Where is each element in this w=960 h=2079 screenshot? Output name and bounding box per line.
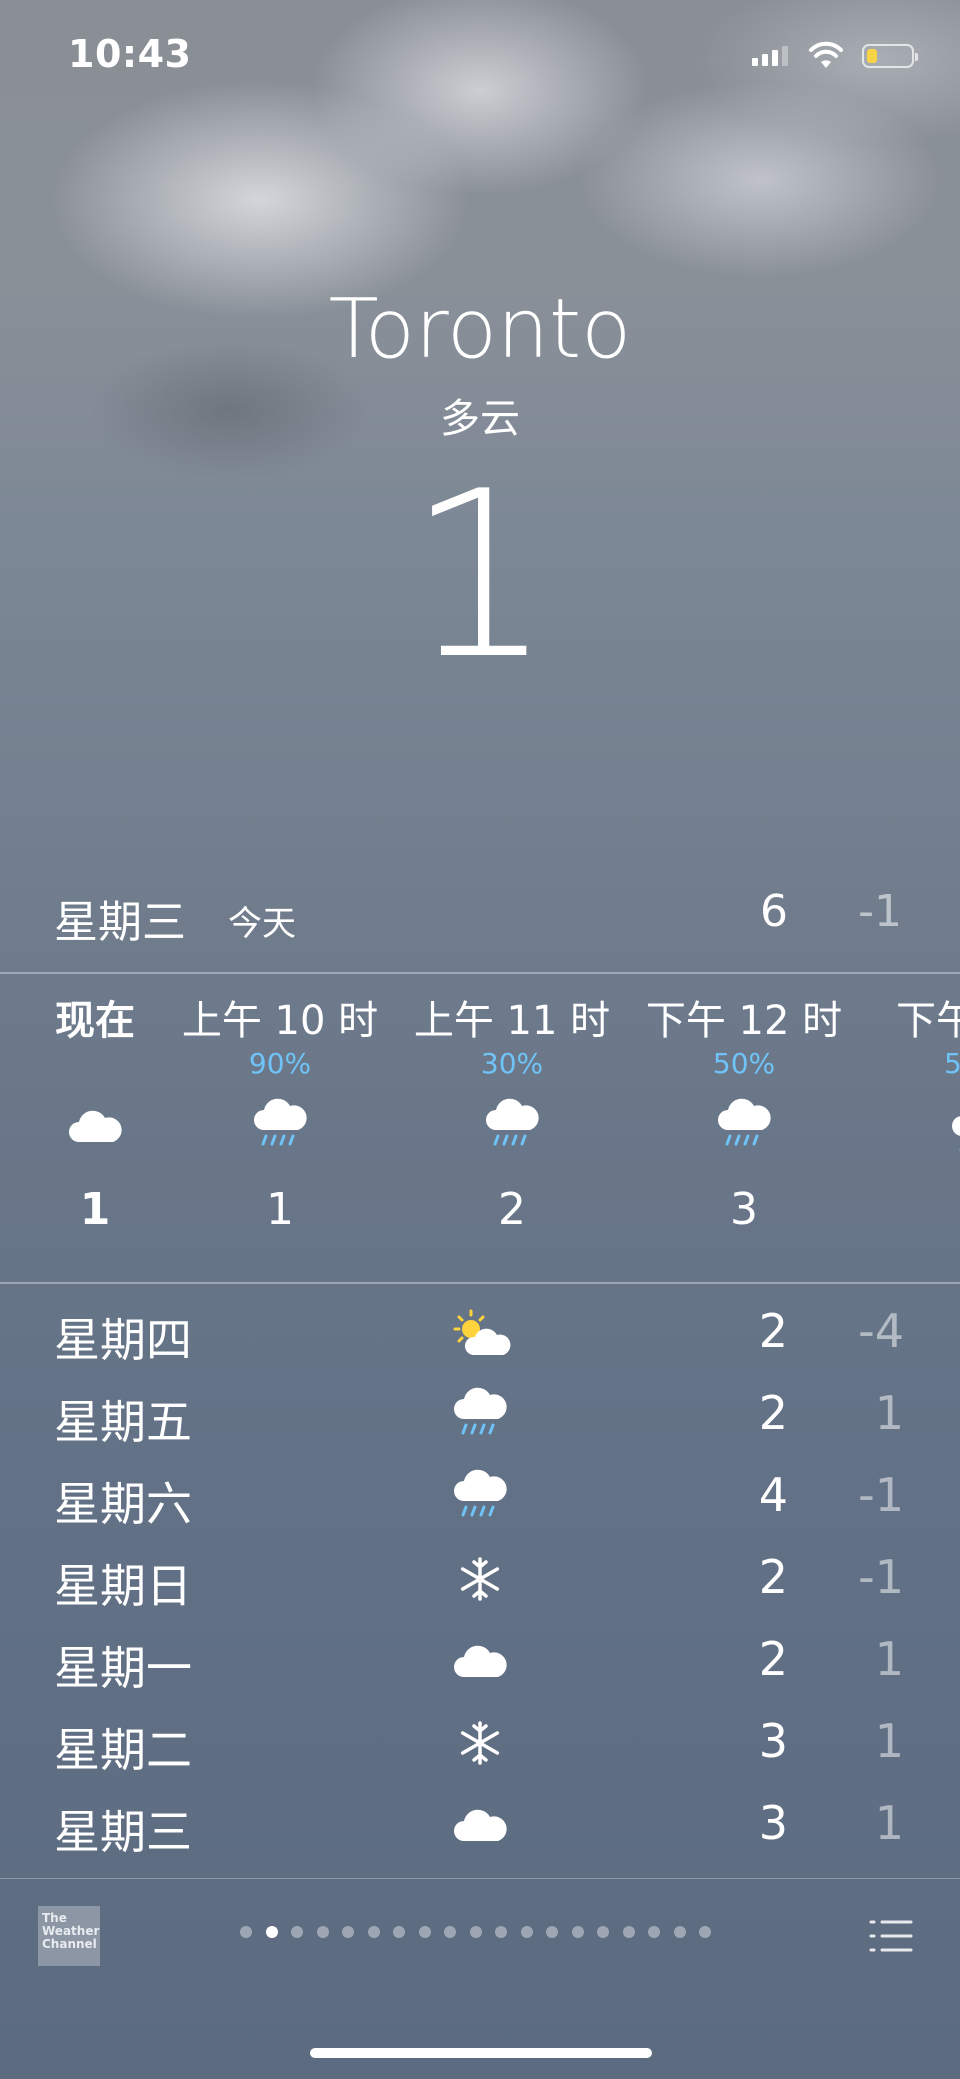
page-dot[interactable] [546,1926,558,1938]
page-dot[interactable] [520,1926,533,1938]
page-dot[interactable] [265,1926,278,1938]
today-weekday: 星期三 [54,897,186,948]
daily-low: -1 [858,1468,904,1522]
weekday: 星期五 [54,1395,192,1449]
page-dot[interactable] [367,1926,380,1938]
page-dot[interactable] [240,1926,252,1938]
weekday: 星期二 [54,1723,192,1777]
page-dot[interactable] [597,1926,609,1938]
rain-icon [170,1086,390,1166]
weekday: 星期六 [54,1477,192,1531]
daily-row: 星期三 3 1 [0,1784,960,1866]
daily-high: 3 [758,1714,788,1768]
weather-channel-logo[interactable]: The Weather Channel [38,1906,100,1966]
cellular-signal-icon [752,46,788,66]
hour-temperature: 2 [498,1184,526,1235]
daily-row: 星期六 4 -1 [0,1456,960,1538]
weekday: 星期三 [54,1805,192,1859]
hourly-item-partial: 下午 5 [880,996,960,1236]
weather-condition: 多云 [440,396,520,442]
page-dot[interactable] [571,1926,584,1938]
daily-low: -4 [858,1304,904,1358]
daily-row: 星期一 2 1 [0,1620,960,1702]
weekday: 星期一 [54,1641,192,1695]
daily-high: 3 [758,1796,788,1850]
rain-icon [440,1380,520,1450]
hourly-item: 上午 10 时 90% 1 [170,996,390,1250]
page-indicator[interactable] [240,1926,711,1938]
hour-label: 下午 [896,998,960,1044]
precipitation-chance: 50% [712,1047,776,1080]
precipitation-chance [0,1046,205,1082]
daily-high: 2 [758,1386,788,1440]
page-dot[interactable] [393,1926,405,1938]
page-dot[interactable] [699,1926,711,1938]
page-dot[interactable] [316,1926,329,1938]
page-dot[interactable] [495,1926,507,1938]
daily-high: 4 [758,1468,788,1522]
divider [0,1878,960,1879]
daily-row: 星期日 2 -1 [0,1538,960,1620]
divider [0,972,960,974]
weekday: 星期四 [54,1313,192,1367]
daily-high: 2 [758,1550,788,1604]
battery-icon [862,44,918,68]
page-dot[interactable] [648,1926,660,1938]
hour-temperature: 1 [79,1184,111,1235]
hour-label: 现在 [55,998,135,1044]
wifi-icon [809,41,843,68]
status-time: 10:43 [68,32,192,76]
hourly-item: 下午 12 时 50% 3 [634,996,854,1250]
daily-high: 2 [758,1632,788,1686]
page-dot[interactable] [622,1926,635,1938]
hour-label: 下午 12 时 [645,998,843,1044]
daily-row: 星期五 2 1 [0,1374,960,1456]
daily-row: 星期二 3 1 [0,1702,960,1784]
page-dot[interactable] [469,1926,482,1938]
daily-forecast-list[interactable]: 星期四 2 -4 星期五 2 1 星期六 4 -1 星期日 2 -1 星期一 2… [0,1292,960,1868]
precipitation-chance: 90% [248,1047,312,1080]
daily-high: 2 [758,1304,788,1358]
daily-low: 1 [874,1632,904,1686]
daily-low: -1 [858,1550,904,1604]
snowflake-icon [440,1544,520,1614]
partly-sunny-icon [440,1298,520,1368]
weekday: 星期日 [54,1559,192,1613]
page-dot[interactable] [444,1926,456,1938]
rain-icon [950,1104,960,1164]
rain-icon [634,1086,854,1166]
battery-level [867,49,877,63]
hour-label: 上午 11 时 [413,998,611,1044]
cloud-icon [440,1790,520,1860]
cloud-icon [0,1086,205,1166]
daily-row: 星期四 2 -4 [0,1292,960,1374]
hour-temperature: 1 [266,1184,294,1235]
precipitation-chance: 5 [944,1047,960,1080]
hour-label: 上午 10 时 [181,998,379,1044]
hour-temperature: 3 [730,1184,758,1235]
page-dot[interactable] [418,1926,431,1938]
rain-icon [402,1086,622,1166]
logo-text: Channel [42,1937,97,1951]
daily-low: 1 [874,1714,904,1768]
today-label: 今天 [228,904,296,944]
today-high: 6 [760,886,788,937]
page-dot[interactable] [673,1926,686,1938]
hourly-item: 现在 1 [0,996,205,1250]
snowflake-icon [440,1708,520,1778]
rain-icon [440,1462,520,1532]
hourly-item: 上午 11 时 30% 2 [402,996,622,1250]
city-name: Toronto [328,282,632,377]
list-icon[interactable] [868,1918,914,1954]
page-dot[interactable] [342,1926,354,1938]
today-low: -1 [858,886,902,937]
page-dot[interactable] [291,1926,303,1938]
daily-low: 1 [874,1386,904,1440]
precipitation-chance: 30% [480,1047,544,1080]
divider [0,1282,960,1284]
cloud-icon [440,1626,520,1696]
current-temperature: 1 [406,443,554,710]
home-indicator[interactable] [310,2048,652,2058]
daily-low: 1 [874,1796,904,1850]
